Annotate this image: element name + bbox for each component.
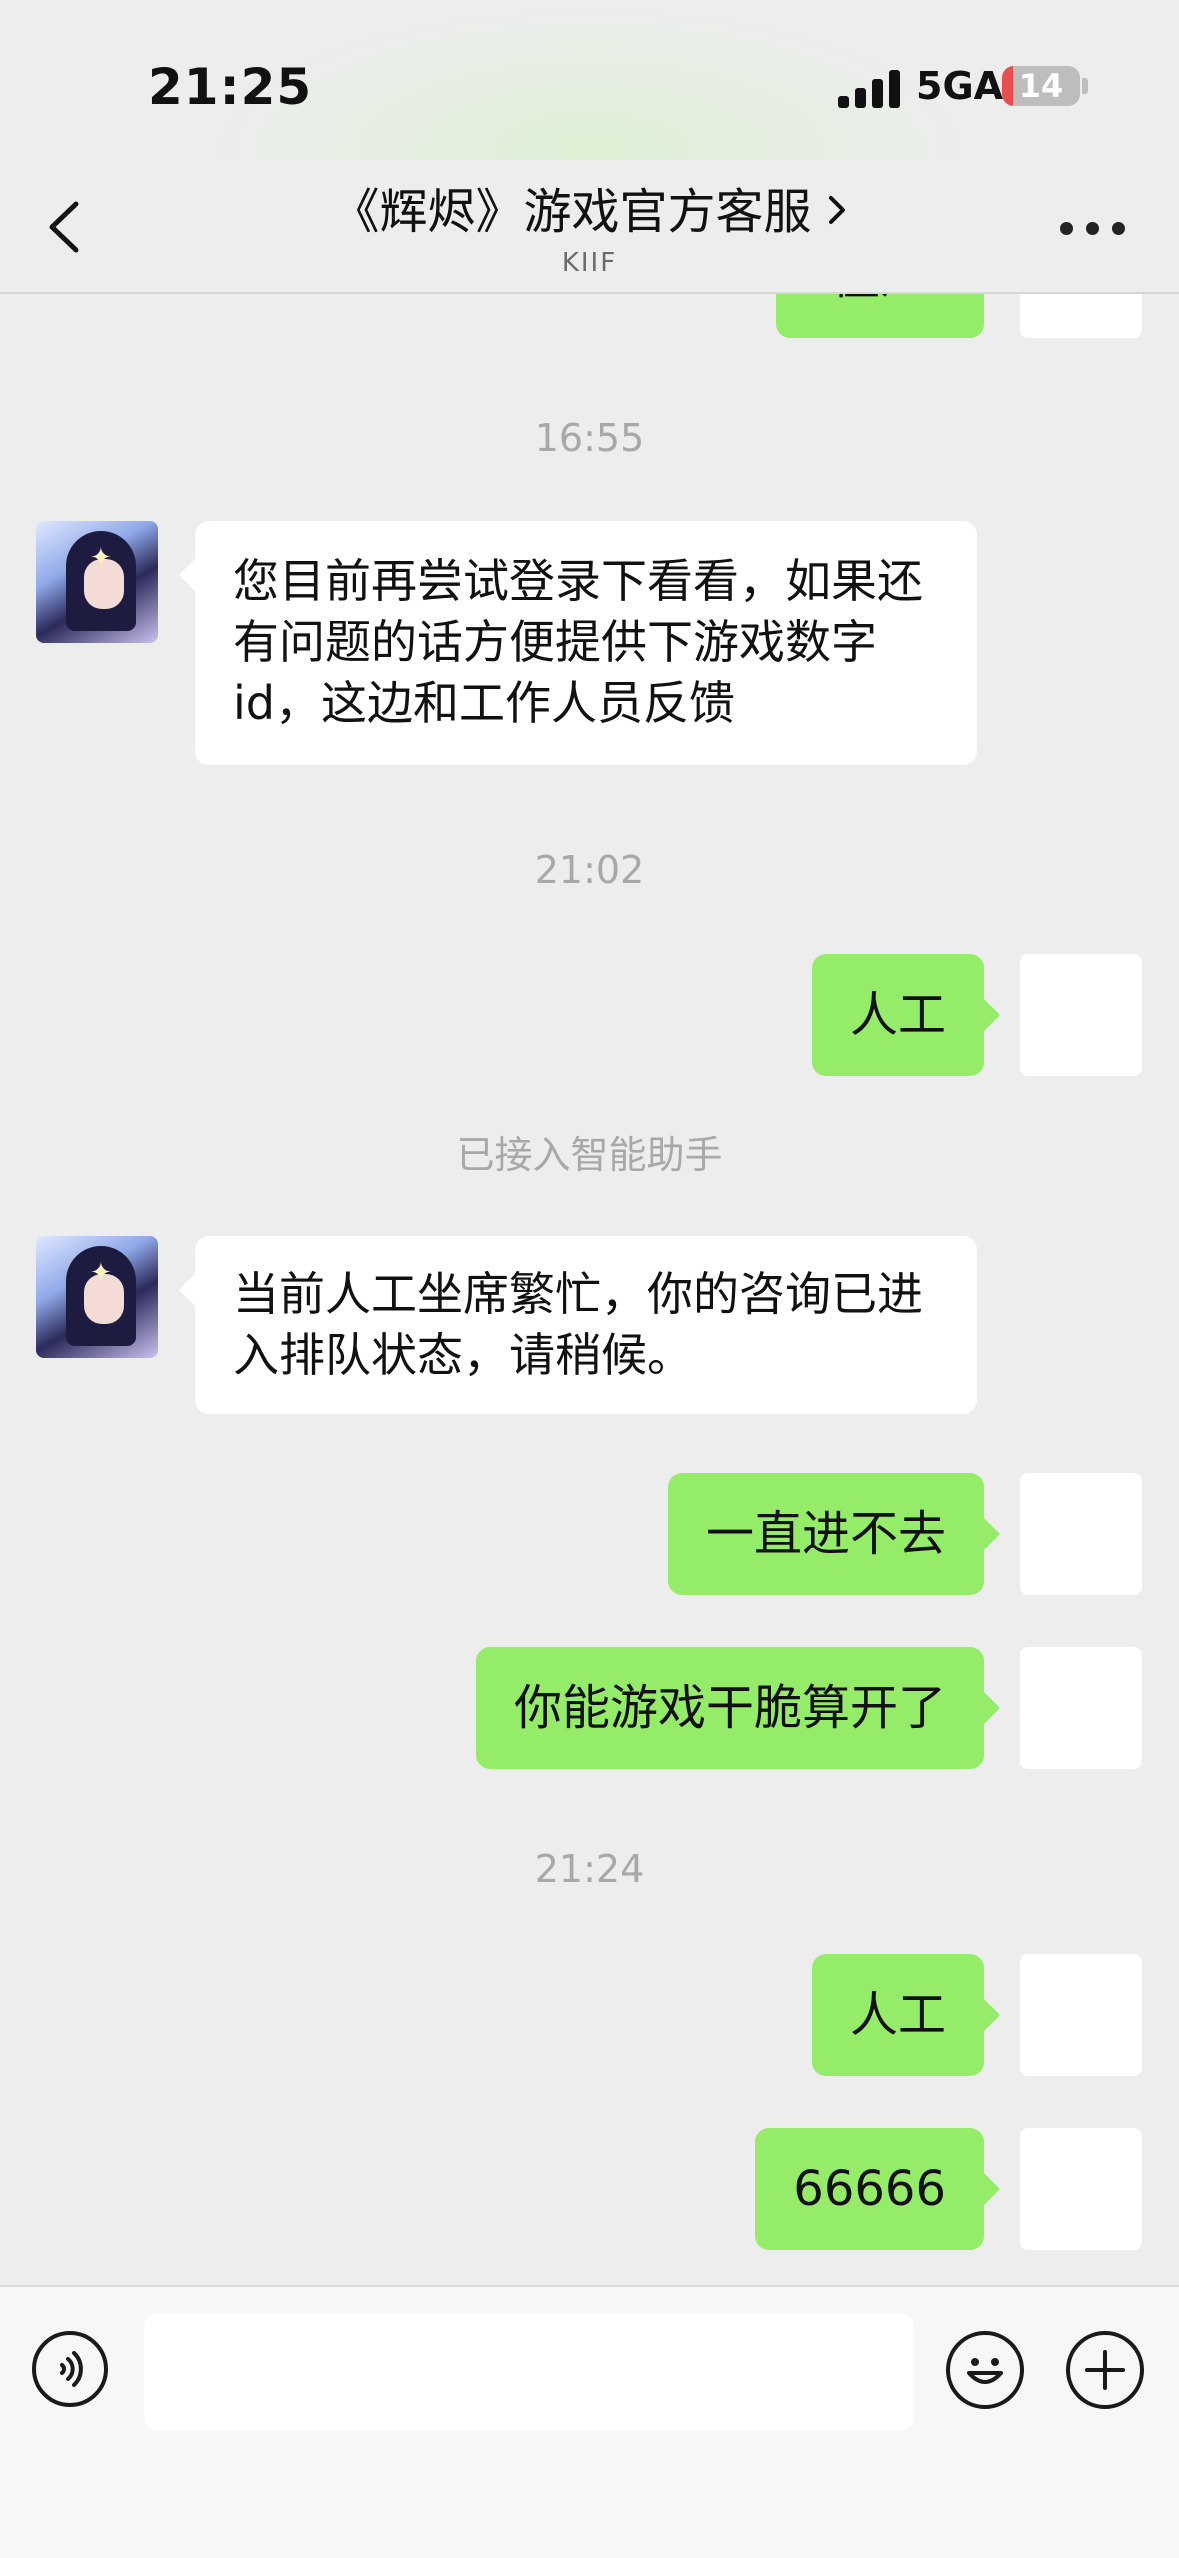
battery-icon: 14: [1002, 66, 1080, 106]
voice-icon[interactable]: [32, 2331, 108, 2407]
self-avatar[interactable]: [1020, 954, 1142, 1076]
network-type: 5GA: [916, 64, 1004, 108]
system-notice: 已接入智能助手: [456, 1133, 723, 1177]
emoji-icon[interactable]: [946, 2331, 1024, 2409]
self-avatar[interactable]: [1020, 2128, 1142, 2250]
message-bubble-out[interactable]: 人工: [811, 1954, 1001, 2076]
timestamp: 16:55: [534, 416, 645, 460]
message-input[interactable]: [144, 2313, 914, 2431]
message-bubble-in[interactable]: 您目前再尝试登录下看看，如果还有问题的话方便提供下游戏数字id，这边和工作人员反…: [179, 521, 977, 765]
status-time: 21:25: [148, 58, 313, 116]
page-title: 《辉烬》游戏官方客服: [331, 184, 812, 240]
more-dots-icon[interactable]: [1060, 222, 1126, 238]
agent-avatar[interactable]: ✦: [36, 521, 158, 643]
nav-bar: 《辉烬》游戏官方客服 KIIF: [0, 160, 1179, 294]
message-bubble-out[interactable]: 一直进不去: [667, 1473, 1001, 1595]
message-bubble-out[interactable]: 66666: [755, 2128, 1000, 2250]
battery-percent: 14: [1018, 67, 1064, 105]
agent-avatar[interactable]: ✦: [36, 1236, 158, 1358]
signal-icon: [838, 68, 900, 108]
chat-title[interactable]: 《辉烬》游戏官方客服: [200, 172, 979, 242]
timestamp: 21:24: [534, 1847, 645, 1891]
plus-icon[interactable]: [1066, 2331, 1144, 2409]
chat-area[interactable]: 僵尸 16:55 ✦ 您目前再尝试登录下看看，如果还有问题的话方便提供下游戏数字…: [0, 0, 1179, 2285]
input-bar: [0, 2285, 1179, 2558]
self-avatar[interactable]: [1020, 1647, 1142, 1769]
message-bubble-out[interactable]: 人工: [811, 954, 1001, 1076]
chat-subtitle: KIIF: [561, 248, 618, 278]
chevron-right-icon: [826, 190, 848, 230]
message-bubble-in[interactable]: 当前人工坐席繁忙，你的咨询已进入排队状态，请稍候。: [179, 1236, 977, 1415]
self-avatar[interactable]: [1020, 1954, 1142, 2076]
status-bar: 21:25 5GA 14: [0, 0, 1179, 300]
self-avatar[interactable]: [1020, 1473, 1142, 1595]
timestamp: 21:02: [534, 848, 645, 892]
message-bubble-out[interactable]: 你能游戏干脆算开了: [475, 1647, 1001, 1769]
